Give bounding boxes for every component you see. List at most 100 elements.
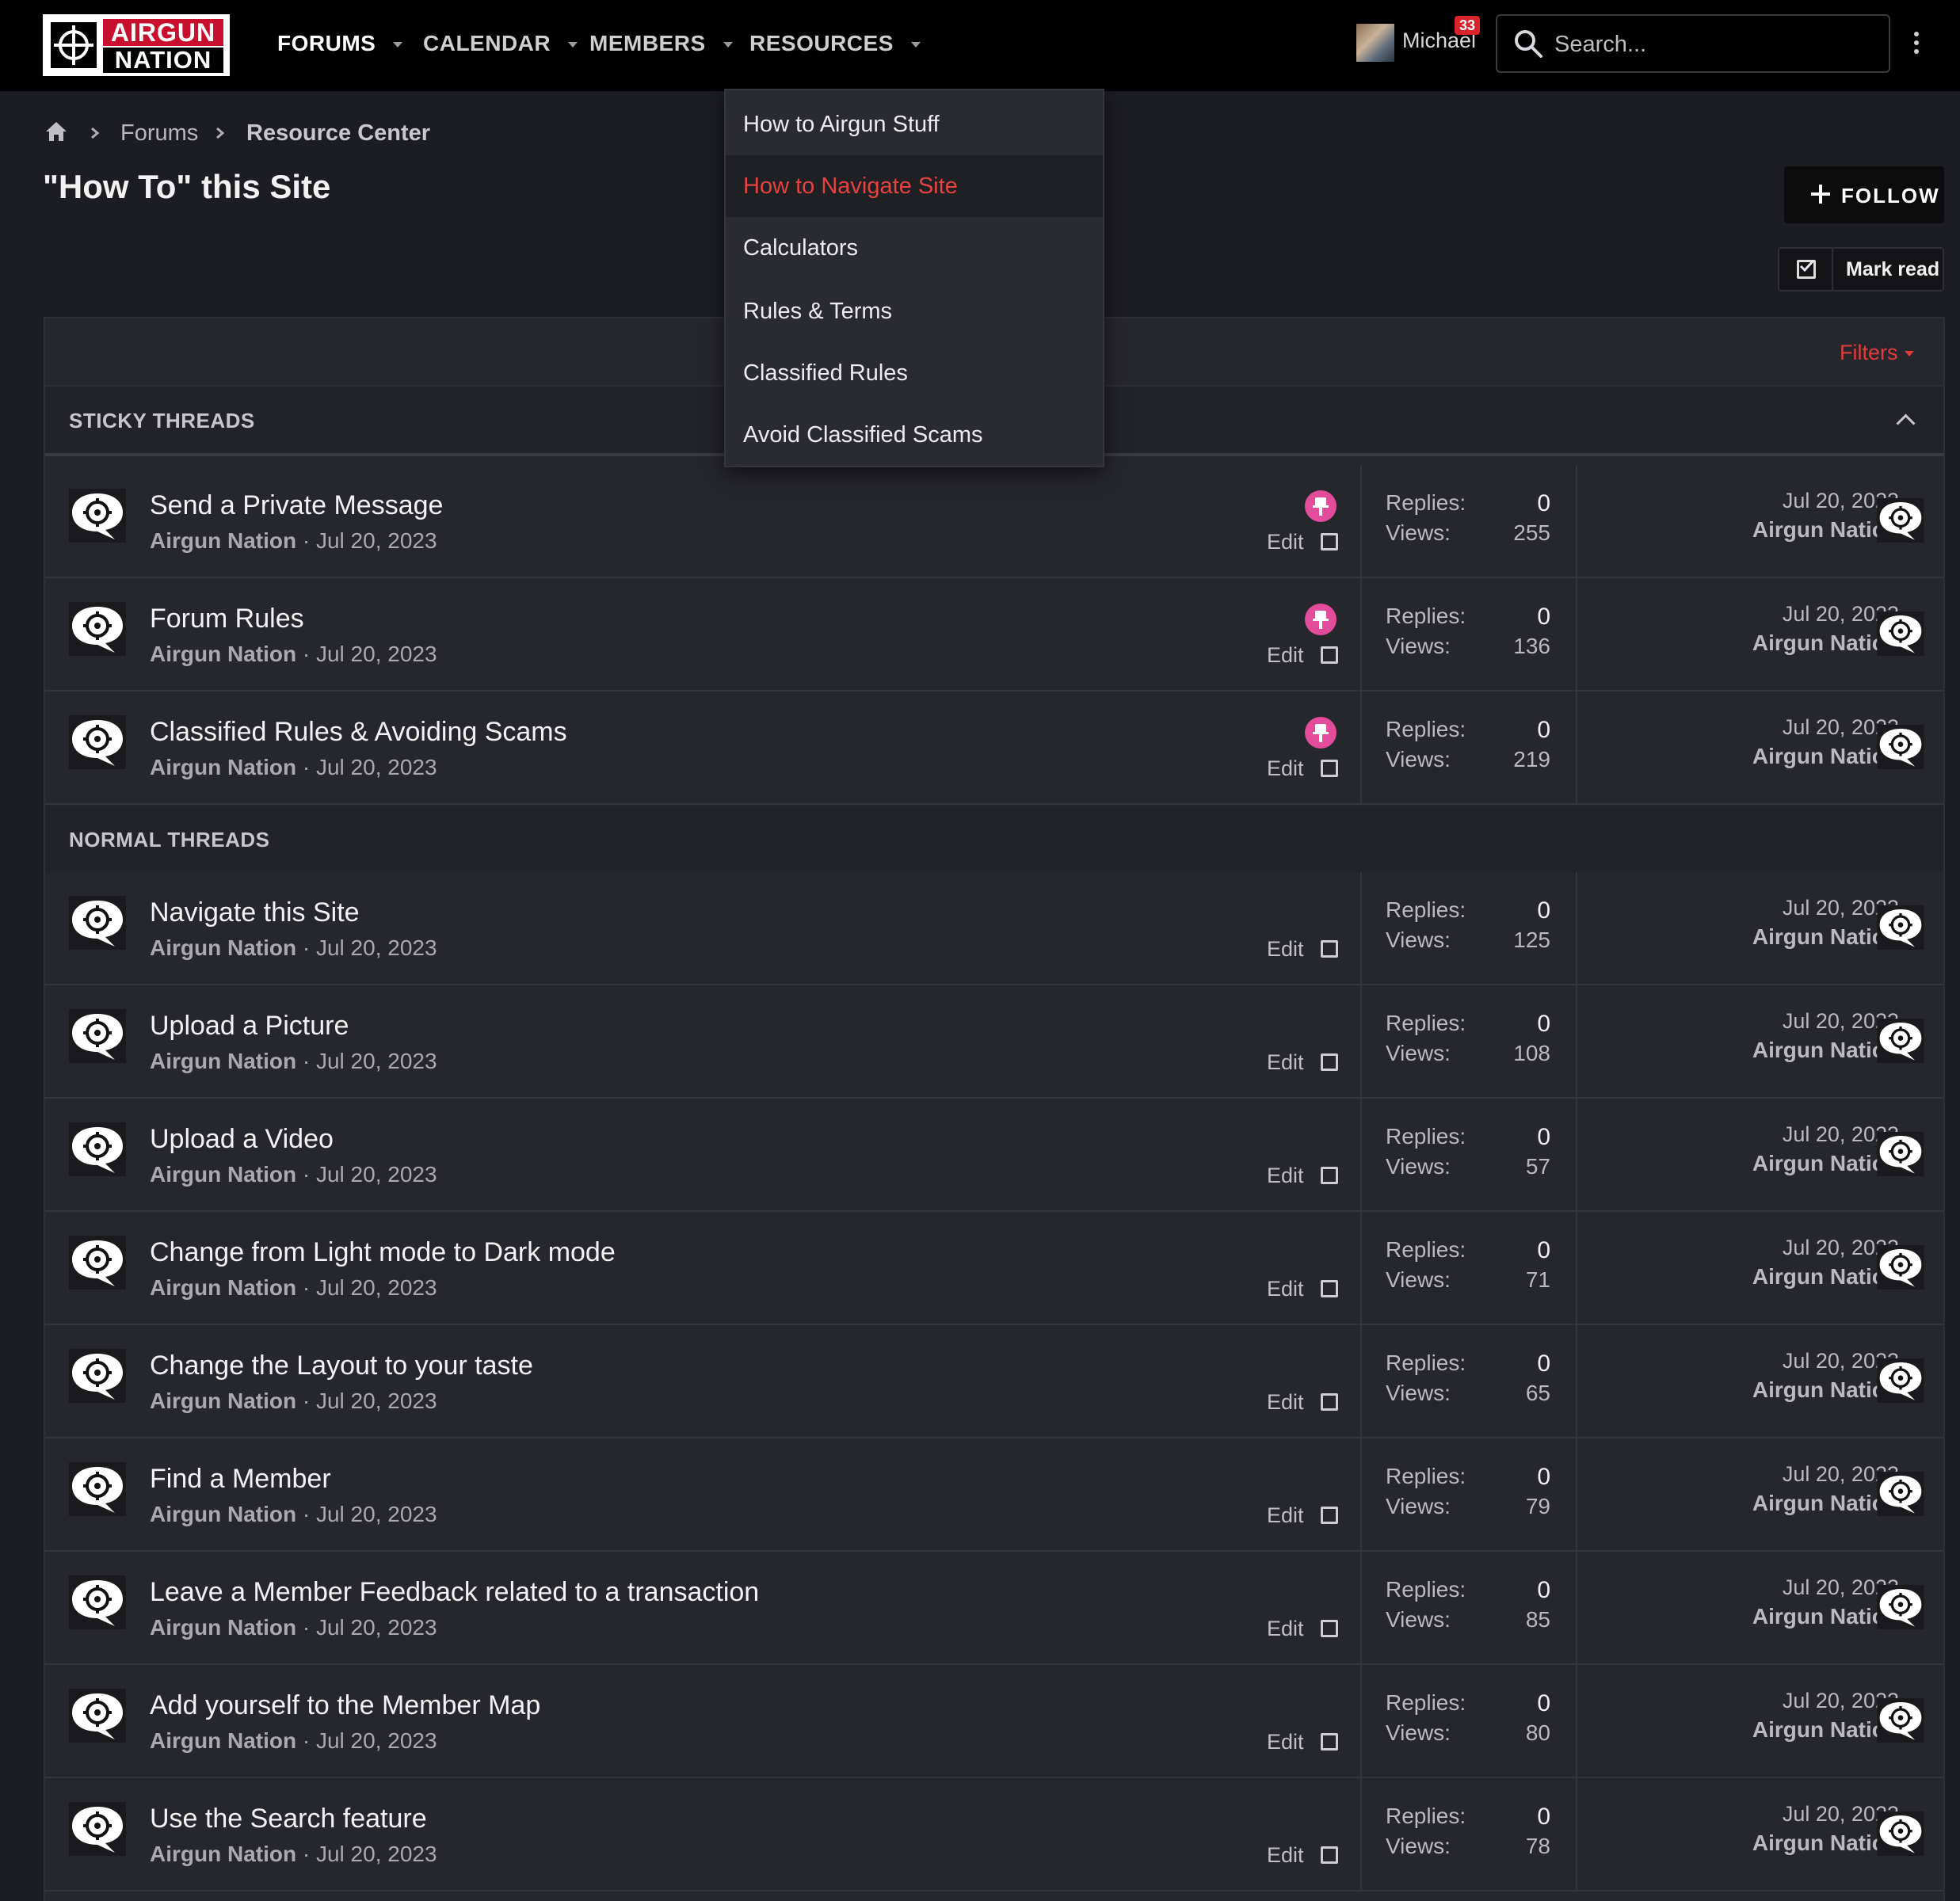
caret-down-icon[interactable] [723,42,733,48]
checkbox-icon[interactable] [1321,1167,1338,1184]
filters-button[interactable]: Filters [1840,341,1914,365]
edit-link[interactable]: Edit [1267,1503,1304,1528]
thread-date[interactable]: Jul 20, 2023 [316,1275,437,1300]
thread-author-avatar[interactable] [69,1802,126,1856]
thread-date[interactable]: Jul 20, 2023 [316,1162,437,1187]
thread-author-avatar[interactable] [69,1009,126,1063]
last-poster-avatar[interactable] [1877,1585,1924,1629]
caret-down-icon[interactable] [910,42,921,48]
edit-link[interactable]: Edit [1267,1730,1304,1754]
menu-item-avoid-classified-scams[interactable]: Avoid Classified Scams [726,404,1103,466]
last-post-date[interactable]: Jul 20, 2023 [1661,1009,1899,1034]
thread-author[interactable]: Airgun Nation [150,1162,296,1187]
breadcrumb-resource-center[interactable]: Resource Center [246,120,430,147]
thread-row[interactable]: Find a Member Airgun Nation · Jul 20, 202… [45,1438,1943,1552]
thread-author[interactable]: Airgun Nation [150,755,296,779]
last-poster-avatar[interactable] [1877,1245,1924,1290]
thread-row[interactable]: Add yourself to the Member Map Airgun Nat… [45,1665,1943,1778]
last-post-date[interactable]: Jul 20, 2023 [1661,489,1899,513]
thread-row[interactable]: Upload a Picture Airgun Nation · Jul 20, … [45,985,1943,1099]
caret-down-icon[interactable] [393,42,403,48]
last-poster-avatar[interactable] [1877,1811,1924,1856]
thread-title[interactable]: Send a Private Message [150,490,443,521]
edit-link[interactable]: Edit [1267,1050,1304,1075]
edit-link[interactable]: Edit [1267,1617,1304,1641]
last-post-user[interactable]: Airgun Nation [1661,1151,1899,1176]
edit-link[interactable]: Edit [1267,643,1304,668]
last-poster-avatar[interactable] [1877,1472,1924,1516]
search-input[interactable] [1553,24,1873,65]
thread-title[interactable]: Upload a Picture [150,1011,349,1042]
thread-row[interactable]: Send a Private Message Airgun Nation · Ju… [45,465,1943,578]
last-poster-avatar[interactable] [1877,1019,1924,1063]
thread-author[interactable]: Airgun Nation [150,1389,296,1413]
thread-title[interactable]: Find a Member [150,1464,331,1495]
checkbox-icon[interactable] [1321,1846,1338,1864]
menu-item-classified-rules[interactable]: Classified Rules [726,342,1103,404]
thread-author-avatar[interactable] [69,1575,126,1629]
nav-tab-calendar[interactable]: CALENDAR [423,0,578,91]
thread-author-avatar[interactable] [69,1236,126,1290]
last-post-user[interactable]: Airgun Nation [1661,1038,1899,1063]
last-post-date[interactable]: Jul 20, 2023 [1661,896,1899,920]
thread-row[interactable]: Use the Search feature Airgun Nation · Ju… [45,1778,1943,1891]
checkbox-icon[interactable] [1321,760,1338,777]
thread-author-avatar[interactable] [69,1689,126,1743]
edit-link[interactable]: Edit [1267,1390,1304,1415]
checkbox-icon[interactable] [1321,1393,1338,1411]
last-post-user[interactable]: Airgun Nation [1661,630,1899,656]
thread-author[interactable]: Airgun Nation [150,528,296,553]
user-avatar[interactable] [1356,24,1394,62]
edit-link[interactable]: Edit [1267,1843,1304,1868]
last-post-user[interactable]: Airgun Nation [1661,1831,1899,1856]
last-post-date[interactable]: Jul 20, 2023 [1661,1122,1899,1147]
thread-author[interactable]: Airgun Nation [150,1275,296,1300]
home-icon[interactable] [44,120,68,143]
thread-author-avatar[interactable] [69,1122,126,1176]
last-post-user[interactable]: Airgun Nation [1661,1377,1899,1403]
edit-link[interactable]: Edit [1267,937,1304,962]
kebab-menu-icon[interactable] [1912,32,1920,59]
menu-item-calculators[interactable]: Calculators [726,217,1103,279]
last-post-date[interactable]: Jul 20, 2023 [1661,602,1899,627]
last-poster-avatar[interactable] [1877,725,1924,769]
thread-author-avatar[interactable] [69,1462,126,1516]
thread-title[interactable]: Use the Search feature [150,1804,427,1834]
follow-button[interactable]: FOLLOW [1784,166,1944,223]
last-post-user[interactable]: Airgun Nation [1661,1604,1899,1629]
thread-date[interactable]: Jul 20, 2023 [316,1502,437,1526]
menu-item-rules-terms[interactable]: Rules & Terms [726,280,1103,342]
edit-link[interactable]: Edit [1267,1164,1304,1188]
last-post-user[interactable]: Airgun Nation [1661,924,1899,950]
thread-date[interactable]: Jul 20, 2023 [316,642,437,666]
checkbox-icon[interactable] [1321,940,1338,958]
thread-row[interactable]: Forum Rules Airgun Nation · Jul 20, 2023 E… [45,578,1943,691]
last-post-date[interactable]: Jul 20, 2023 [1661,1462,1899,1487]
thread-author[interactable]: Airgun Nation [150,1049,296,1073]
thread-author[interactable]: Airgun Nation [150,1615,296,1640]
nav-tab-members[interactable]: MEMBERS [589,0,733,91]
checkbox-icon[interactable] [1321,533,1338,550]
chevron-up-icon[interactable] [1896,413,1916,433]
edit-link[interactable]: Edit [1267,1277,1304,1301]
last-poster-avatar[interactable] [1877,498,1924,543]
checkbox-icon[interactable] [1321,1053,1338,1071]
last-poster-avatar[interactable] [1877,1698,1924,1743]
thread-date[interactable]: Jul 20, 2023 [316,1842,437,1866]
mark-read-button[interactable]: Mark read [1778,247,1944,291]
thread-author-avatar[interactable] [69,1349,126,1403]
thread-title[interactable]: Add yourself to the Member Map [150,1690,540,1721]
thread-date[interactable]: Jul 20, 2023 [316,528,437,553]
last-post-date[interactable]: Jul 20, 2023 [1661,1575,1899,1600]
thread-author-avatar[interactable] [69,715,126,769]
breadcrumb-forums[interactable]: Forums [120,120,198,147]
thread-title[interactable]: Leave a Member Feedback related to a tra… [150,1577,759,1608]
thread-date[interactable]: Jul 20, 2023 [316,935,437,960]
last-post-user[interactable]: Airgun Nation [1661,1264,1899,1290]
thread-row[interactable]: Change the Layout to your taste Airgun Na… [45,1325,1943,1438]
thread-date[interactable]: Jul 20, 2023 [316,755,437,779]
thread-author-avatar[interactable] [69,489,126,543]
last-poster-avatar[interactable] [1877,905,1924,950]
thread-row[interactable]: Upload a Video Airgun Nation · Jul 20, 20… [45,1099,1943,1212]
thread-author-avatar[interactable] [69,602,126,656]
